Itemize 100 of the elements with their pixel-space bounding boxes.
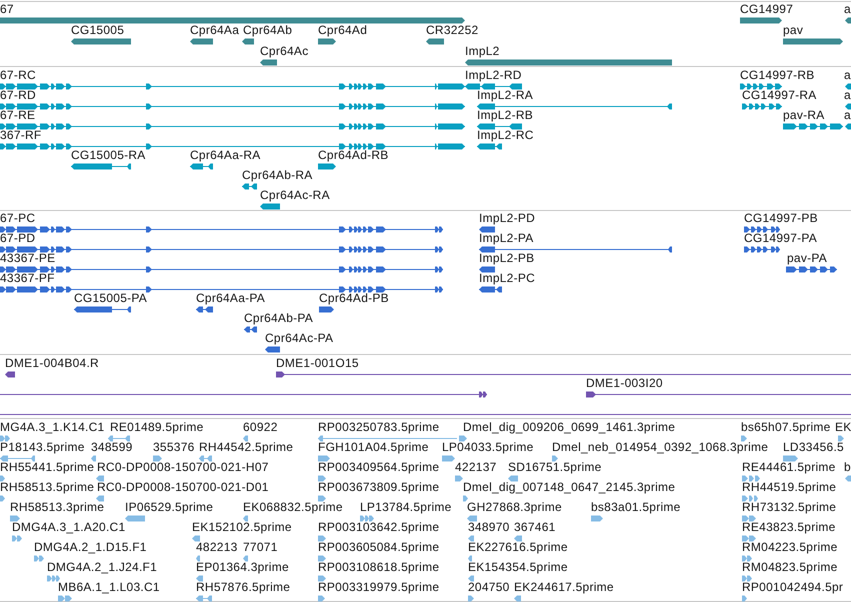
- feature-label: Cpr64Aa-PA: [196, 292, 265, 305]
- est-glyph: [318, 574, 326, 582]
- feature-label: RH55441.5prime: [0, 461, 94, 474]
- feature-label: ImpL2-RC: [477, 129, 534, 142]
- transcript-glyph: [845, 82, 851, 90]
- feature-label: pav-RA: [783, 109, 825, 122]
- feature-label: ImpL2-PD: [479, 212, 536, 225]
- protein-glyph: [196, 306, 213, 312]
- feature-label: RP003108618.5prime: [318, 561, 440, 574]
- gene-bar: [740, 16, 782, 24]
- feature-label: EK154354.5prime: [468, 561, 568, 574]
- feature-label: 348599: [91, 441, 133, 454]
- feature-label: RC0-DP0008-150700-021-H07: [97, 461, 269, 474]
- est-glyph: [318, 554, 326, 562]
- feature-label: 348970: [468, 521, 510, 534]
- feature-label: RE44461.5prime: [742, 461, 836, 474]
- est-glyph: [0, 434, 10, 442]
- gene-bar: [190, 38, 213, 44]
- feature-label: Dmel_dig_009206_0699_1461.3prime: [463, 421, 676, 434]
- est-glyph: [96, 494, 104, 502]
- feature-label: 422137: [455, 461, 497, 474]
- est-glyph: [468, 574, 474, 582]
- feature-label: a: [844, 109, 851, 122]
- est-glyph: [742, 474, 760, 482]
- est-glyph: [47, 574, 60, 582]
- transcript-glyph: [783, 122, 843, 130]
- feature-label: EK227616.5prime: [468, 541, 568, 554]
- feature-label: Cpr64Ac: [260, 45, 308, 58]
- protein-glyph: [479, 286, 502, 292]
- est-glyph: [459, 434, 467, 442]
- feature-label: 355376: [153, 441, 195, 454]
- feature-label: Cpr64Ad: [318, 24, 368, 37]
- feature-label: 77071: [243, 541, 278, 554]
- transcript-glyph: [477, 122, 522, 130]
- est-glyph: [91, 454, 96, 462]
- est-glyph: [196, 574, 203, 582]
- feature-label: CG15005: [71, 24, 124, 37]
- est-glyph: [742, 594, 747, 602]
- est-glyph: [199, 454, 212, 462]
- feature-label: 367-RF: [0, 129, 42, 142]
- feature-label: 204750: [468, 581, 510, 594]
- est-glyph: [58, 594, 72, 602]
- feature-label: Dmel_neb_014954_0392_1068.3prime: [552, 441, 768, 454]
- feature-label: CG14997-RA: [742, 89, 817, 102]
- feature-label: pav-PA: [787, 252, 827, 265]
- est-glyph: [845, 474, 851, 482]
- feature-label: MB6A.1_1.L03.C1: [58, 581, 160, 594]
- est-glyph: [552, 454, 558, 462]
- feature-label: Cpr64Ad-PB: [319, 292, 389, 305]
- feature-label: a: [844, 69, 851, 82]
- est-glyph: [742, 534, 756, 542]
- feature-label: ImpL2-RD: [465, 69, 522, 82]
- feature-label: DME1-003I20: [586, 377, 663, 390]
- est-glyph: [514, 534, 522, 542]
- feature-label: 367461: [514, 521, 556, 534]
- feature-label: ImpL2-PB: [479, 252, 534, 265]
- feature-label: CG14997: [740, 3, 794, 16]
- est-glyph: [196, 554, 200, 562]
- transcript-glyph: [740, 82, 782, 90]
- est-glyph: [10, 514, 20, 522]
- est-glyph: [12, 534, 22, 542]
- feature-label: Cpr64Aa-RA: [190, 149, 261, 162]
- feature-label: Dmel_dig_007148_0647_2145.3prime: [463, 481, 676, 494]
- feature-label: Cpr64Ab-RA: [242, 169, 313, 182]
- feature-label: DME1-001O15: [276, 357, 359, 370]
- est-glyph: [742, 494, 758, 502]
- est-glyph: [318, 494, 326, 502]
- feature-label: RP003319979.5prime: [318, 581, 440, 594]
- feature-label: bs65h07.5prime: [741, 421, 831, 434]
- transcript-glyph: [845, 102, 851, 110]
- feature-label: ImpL2-RB: [477, 109, 534, 122]
- feature-label: P18143.5prime: [0, 441, 85, 454]
- est-glyph: [742, 514, 756, 522]
- feature-label: RH44519.5prime: [742, 481, 836, 494]
- transcript-glyph: [190, 162, 213, 170]
- feature-label: RH44542.5prime: [199, 441, 294, 454]
- feature-label: 482213: [196, 541, 238, 554]
- est-glyph: [838, 434, 844, 442]
- est-glyph: [318, 454, 330, 462]
- est-glyph: [196, 594, 212, 602]
- feature-label: 67-PD: [0, 232, 36, 245]
- feature-label: a: [844, 89, 851, 102]
- feature-label: CG15005-PA: [74, 292, 147, 305]
- feature-label: RM04223.5prime: [742, 541, 838, 554]
- est-glyph: [243, 514, 248, 522]
- feature-label: 67: [0, 3, 14, 16]
- feature-label: EK244617.5prime: [514, 581, 614, 594]
- feature-label: RH58513.5prime: [0, 481, 94, 494]
- feature-label: ImpL2: [465, 45, 500, 58]
- feature-label: RE43823.5prime: [742, 521, 836, 534]
- feature-label: RH58513.3prime: [10, 501, 104, 514]
- est-glyph: [0, 454, 35, 462]
- transcript-glyph: [318, 162, 336, 170]
- est-glyph: [783, 454, 798, 462]
- est-glyph: [468, 594, 474, 602]
- est-glyph: [455, 474, 463, 482]
- est-glyph: [192, 534, 200, 542]
- feature-label: ImpL2-PA: [479, 232, 534, 245]
- feature-label: RC0-DP0008-150700-021-D01: [97, 481, 269, 494]
- feature-label: 67-RC: [0, 69, 36, 82]
